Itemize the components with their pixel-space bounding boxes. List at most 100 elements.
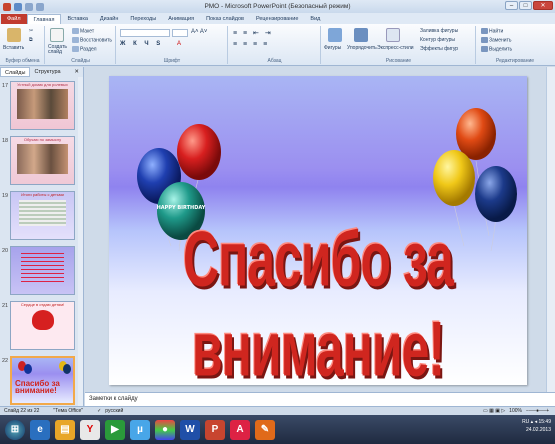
slide-thumbnail-22[interactable]: Спасибо за внимание! [10, 356, 75, 405]
powerpoint-taskbar-icon[interactable]: P [205, 419, 225, 440]
quick-styles-button[interactable]: Экспресс-стили [377, 45, 414, 51]
clock-date: 24.02.2013 [525, 427, 551, 433]
slide-thumbnail-18[interactable]: Обучаю по замыслу [10, 136, 75, 185]
tab-home[interactable]: Главная [26, 14, 62, 24]
close-panel-icon[interactable]: ✕ [70, 67, 83, 77]
editor-scrollbar[interactable] [546, 67, 555, 392]
thumbnail-number: 20 [2, 248, 9, 254]
zoom-slider[interactable]: −──●──+ [526, 408, 549, 414]
slide-headline[interactable]: Спасибо за внимание! [109, 214, 527, 394]
slides-group: Создать слайд Макет Восстановить Раздел … [46, 26, 116, 64]
thumbnail-title: Сердце в отдаю детям! [20, 302, 65, 307]
slides-group-label: Слайды [71, 58, 90, 64]
select-button[interactable]: Выделить [481, 46, 512, 52]
editing-group: Найти Заменить Выделить Редактирование [477, 26, 553, 64]
clock-time[interactable]: 15:49 [538, 419, 551, 425]
window-title: РМО - Microsoft PowerPoint (Безопасный р… [204, 3, 351, 10]
replace-button[interactable]: Заменить [481, 37, 511, 43]
tab-slideshow[interactable]: Показ слайдов [200, 14, 250, 24]
zoom-level[interactable]: 100% [509, 408, 522, 414]
thumbnail-number: 17 [2, 83, 9, 89]
layout-icon [72, 28, 79, 34]
slide-thumbnail-19[interactable]: Итоги работы с детьми [10, 191, 75, 240]
align-icons[interactable]: ≡ ≡ ≡ ≡ [233, 41, 269, 48]
ribbon: Вставить ✂ ⧉ Буфер обмена Создать слайд … [0, 24, 555, 66]
thumbnail-title: Спасибо за внимание! [15, 379, 60, 395]
tab-review[interactable]: Рецензирование [250, 14, 304, 24]
language-indicator[interactable]: русский [105, 408, 123, 414]
ie-icon[interactable]: e [30, 419, 50, 440]
new-slide-button[interactable]: Создать слайд [48, 45, 70, 55]
tab-transitions[interactable]: Переходы [124, 14, 162, 24]
thumbnail-number: 21 [2, 303, 9, 309]
status-bar: Слайд 22 из 22 "Тема Office" ✓ русский ▭… [0, 406, 555, 415]
font-grow-icon[interactable]: A˄ A˅ [191, 29, 207, 35]
tab-slides[interactable]: Слайды [0, 67, 31, 77]
title-bar: РМО - Microsoft PowerPoint (Безопасный р… [0, 0, 555, 13]
tab-animations[interactable]: Анимация [162, 14, 200, 24]
font-group-label: Шрифт [163, 58, 181, 64]
slide-thumbnail-17[interactable]: Устный домик для ролевых [10, 81, 75, 130]
shape-outline-button[interactable]: Контур фигуры [420, 37, 455, 43]
paste-button[interactable]: Вставить [3, 45, 24, 51]
close-button[interactable]: ✕ [533, 1, 553, 10]
arrange-button[interactable]: Упорядочить [347, 45, 377, 51]
layout-button[interactable]: Макет [72, 28, 94, 34]
paste-icon [7, 28, 21, 42]
bold-italic-underline-buttons[interactable]: Ж К Ч S [120, 41, 163, 47]
copy-icon[interactable]: ⧉ [29, 37, 33, 43]
thumbnail-title: Обучаю по замыслу [23, 137, 62, 142]
notes-pane[interactable]: Заметки к слайду [85, 392, 555, 406]
slide-thumbnail-21[interactable]: Сердце в отдаю детям! [10, 301, 75, 350]
start-button[interactable]: ⊞ [5, 419, 25, 440]
media-icon[interactable]: ▶ [105, 419, 125, 440]
thumbnail-number: 22 [2, 358, 9, 364]
drawing-group-label: Рисование [385, 58, 412, 64]
find-icon [481, 28, 488, 34]
pdf-icon[interactable]: A [230, 419, 250, 440]
view-buttons[interactable]: ▭ ▦ ▣ ▷ [483, 408, 505, 414]
panel-scrollbar[interactable] [78, 77, 83, 406]
shape-effects-button[interactable]: Эффекты фигур [420, 46, 458, 52]
tab-insert[interactable]: Вставка [61, 14, 93, 24]
word-icon[interactable]: W [180, 419, 200, 440]
tab-view[interactable]: Вид [304, 14, 326, 24]
spellcheck-icon[interactable]: ✓ [97, 408, 101, 414]
reset-button[interactable]: Восстановить [72, 37, 112, 43]
tab-outline[interactable]: Структура [30, 67, 64, 77]
slide-editor: HAPPY BIRTHDAY Спасибо за внимание! [85, 67, 546, 392]
yandex-icon[interactable]: Y [80, 419, 100, 440]
explorer-icon[interactable]: ▤ [55, 419, 75, 440]
chrome-icon[interactable]: ● [155, 419, 175, 440]
section-button[interactable]: Раздел [72, 46, 97, 52]
shapes-button[interactable]: Фигуры [324, 45, 341, 51]
ribbon-tabs: Файл Главная Вставка Дизайн Переходы Ани… [0, 13, 555, 24]
thumbnail-number: 19 [2, 193, 9, 199]
font-color-icon[interactable]: A [177, 41, 181, 47]
paragraph-group-label: Абзац [267, 58, 282, 64]
tab-design[interactable]: Дизайн [94, 14, 125, 24]
replace-icon [481, 37, 488, 43]
list-icons[interactable]: ≡ ≡ ⇤ ⇥ [233, 29, 273, 37]
arrange-icon [354, 28, 368, 42]
cut-icon[interactable]: ✂ [29, 28, 33, 34]
font-group: A˄ A˅ Ж К Ч S A Шрифт [117, 26, 228, 64]
thumbnail-title: Устный домик для ролевых [17, 82, 68, 87]
clipboard-group: Вставить ✂ ⧉ Буфер обмена [1, 26, 45, 64]
minimize-button[interactable]: – [505, 1, 518, 10]
shape-fill-button[interactable]: Заливка фигуры [420, 28, 458, 34]
paint-icon[interactable]: ✎ [255, 419, 275, 440]
slide-canvas[interactable]: HAPPY BIRTHDAY Спасибо за внимание! [109, 76, 527, 392]
system-tray: RU ▴ ◂ 15:49 24.02.2013 [522, 419, 551, 433]
maximize-button[interactable]: □ [519, 1, 532, 10]
editing-group-label: Редактирование [495, 58, 535, 64]
find-button[interactable]: Найти [481, 28, 503, 34]
keyboard-language[interactable]: RU [522, 419, 529, 425]
font-size-field[interactable] [172, 29, 188, 37]
slide-thumbnail-20[interactable] [10, 246, 75, 295]
tab-file[interactable]: Файл [1, 14, 27, 24]
section-icon [72, 46, 79, 52]
thumbnail-title: Итоги работы с детьми [21, 192, 64, 197]
torrent-icon[interactable]: µ [130, 419, 150, 440]
font-name-field[interactable] [120, 29, 170, 37]
